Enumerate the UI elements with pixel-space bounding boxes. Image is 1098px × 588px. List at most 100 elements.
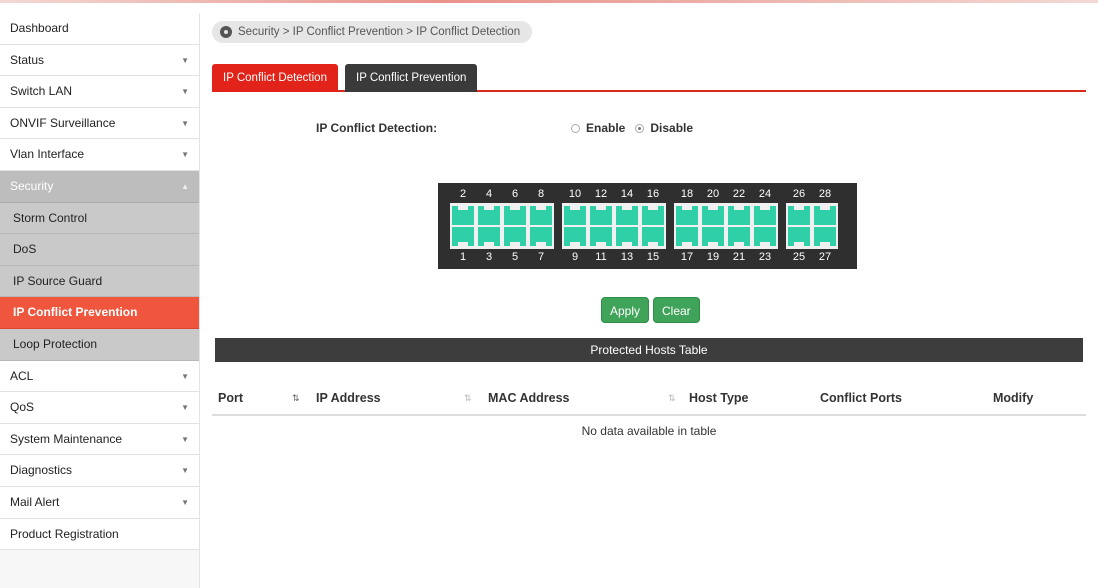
breadcrumb: Security > IP Conflict Prevention > IP C… [212, 21, 533, 43]
column-modify[interactable]: Modify [993, 391, 1033, 405]
port-divider [616, 225, 638, 227]
column-host-type[interactable]: Host Type [689, 391, 749, 405]
protected-hosts-table-title: Protected Hosts Table [215, 338, 1083, 362]
sidebar-item-label: Status [10, 52, 45, 67]
port-number-bottom: 3 [485, 251, 493, 263]
port-divider [478, 225, 500, 227]
sidebar-item-dashboard[interactable]: Dashboard [0, 13, 199, 45]
sidebar-item-product-registration[interactable]: Product Registration [0, 518, 199, 551]
switch-port[interactable] [702, 206, 724, 246]
port-divider [590, 225, 612, 227]
enable-radio-label[interactable]: Enable [586, 121, 625, 135]
switch-port[interactable] [530, 206, 552, 246]
port-divider [814, 225, 836, 227]
port-notch [820, 242, 830, 246]
enable-radio[interactable] [571, 123, 580, 133]
port-group [450, 203, 554, 249]
chevron-down-icon: ▼ [181, 466, 189, 476]
column-port[interactable]: Port [218, 391, 243, 405]
sidebar-item-mail-alert[interactable]: Mail Alert ▼ [0, 486, 199, 519]
sidebar-item-label: QoS [10, 400, 35, 415]
switch-port[interactable] [728, 206, 750, 246]
switch-port[interactable] [754, 206, 776, 246]
port-number-bottom: 7 [537, 251, 545, 263]
sidebar-item-onvif-surveillance[interactable]: ONVIF Surveillance ▼ [0, 107, 199, 140]
port-group [786, 203, 838, 249]
port-notch [536, 206, 546, 210]
sidebar-item-label: ACL [10, 368, 34, 383]
port-notch [570, 206, 580, 210]
port-notch [682, 206, 692, 210]
table-header: Port ⇅ IP Address ⇅ MAC Address ⇅ Host T… [212, 382, 1086, 416]
switch-port[interactable] [478, 206, 500, 246]
switch-port[interactable] [590, 206, 612, 246]
sidebar-item-qos[interactable]: QoS ▼ [0, 392, 199, 424]
switch-port[interactable] [504, 206, 526, 246]
sidebar-subitem-ip-source-guard[interactable]: IP Source Guard [0, 265, 199, 298]
sidebar-item-label: ONVIF Surveillance [10, 115, 116, 130]
port-notch [734, 242, 744, 246]
port-notch [596, 242, 606, 246]
port-notch [760, 206, 770, 210]
tab-bar: IP Conflict Detection IP Conflict Preven… [212, 64, 1086, 92]
tab-ip-conflict-detection[interactable]: IP Conflict Detection [212, 64, 338, 92]
sidebar-item-label: Product Registration [10, 526, 119, 541]
sidebar-item-system-maintenance[interactable]: System Maintenance ▼ [0, 423, 199, 456]
sidebar-subitem-storm-control[interactable]: Storm Control [0, 202, 199, 235]
switch-port[interactable] [564, 206, 586, 246]
sidebar-item-vlan-interface[interactable]: Vlan Interface ▼ [0, 139, 199, 171]
port-number-top: 26 [792, 188, 806, 200]
sidebar-item-label: IP Conflict Prevention [13, 305, 138, 320]
sort-asc-icon[interactable]: ⇅ [292, 393, 300, 404]
column-ip-address[interactable]: IP Address [316, 391, 381, 405]
sidebar-item-switch-lan[interactable]: Switch LAN ▼ [0, 76, 199, 108]
chevron-down-icon: ▼ [181, 497, 189, 507]
clear-button[interactable]: Clear [653, 297, 700, 323]
sidebar-subitem-dos[interactable]: DoS [0, 234, 199, 266]
port-divider [642, 225, 664, 227]
port-divider [530, 225, 552, 227]
column-conflict-ports[interactable]: Conflict Ports [820, 391, 902, 405]
sidebar-item-acl[interactable]: ACL ▼ [0, 360, 199, 393]
port-number-bottom: 21 [732, 251, 746, 263]
port-number-bottom: 5 [511, 251, 519, 263]
sidebar-subitem-ip-conflict-prevention[interactable]: IP Conflict Prevention [0, 297, 199, 329]
ip-conflict-detection-label: IP Conflict Detection: [316, 121, 438, 135]
port-number-top: 18 [680, 188, 694, 200]
port-number-top: 8 [537, 188, 545, 200]
port-number-bottom: 25 [792, 251, 806, 263]
sort-icon[interactable]: ⇅ [464, 393, 472, 404]
port-notch [682, 242, 692, 246]
sidebar-item-diagnostics[interactable]: Diagnostics ▼ [0, 455, 199, 487]
port-number-bottom: 15 [646, 251, 660, 263]
disable-radio-label[interactable]: Disable [650, 121, 693, 135]
port-notch [536, 242, 546, 246]
switch-port[interactable] [676, 206, 698, 246]
sidebar-subitem-loop-protection[interactable]: Loop Protection [0, 328, 199, 361]
port-number-top: 14 [620, 188, 634, 200]
switch-port[interactable] [814, 206, 836, 246]
sidebar-item-label: Dashboard [10, 21, 69, 35]
port-notch [484, 206, 494, 210]
port-divider [728, 225, 750, 227]
breadcrumb-text: Security > IP Conflict Prevention > IP C… [238, 26, 521, 38]
chevron-down-icon: ▼ [181, 55, 189, 65]
switch-port[interactable] [616, 206, 638, 246]
switch-port[interactable] [788, 206, 810, 246]
port-notch [760, 242, 770, 246]
disable-radio[interactable] [635, 123, 645, 133]
port-notch [458, 242, 468, 246]
port-number-bottom: 13 [620, 251, 634, 263]
tab-ip-conflict-prevention[interactable]: IP Conflict Prevention [345, 64, 478, 92]
sidebar-item-security[interactable]: Security ▲ [0, 170, 199, 203]
top-accent-line [0, 0, 1098, 3]
chevron-down-icon: ▼ [181, 150, 189, 160]
port-number-bottom: 27 [818, 251, 832, 263]
sidebar-item-status[interactable]: Status ▼ [0, 44, 199, 77]
switch-port[interactable] [452, 206, 474, 246]
switch-port[interactable] [642, 206, 664, 246]
apply-button[interactable]: Apply [601, 297, 650, 323]
chevron-down-icon: ▼ [181, 118, 189, 128]
sort-icon[interactable]: ⇅ [668, 393, 676, 404]
column-mac-address[interactable]: MAC Address [488, 391, 570, 405]
